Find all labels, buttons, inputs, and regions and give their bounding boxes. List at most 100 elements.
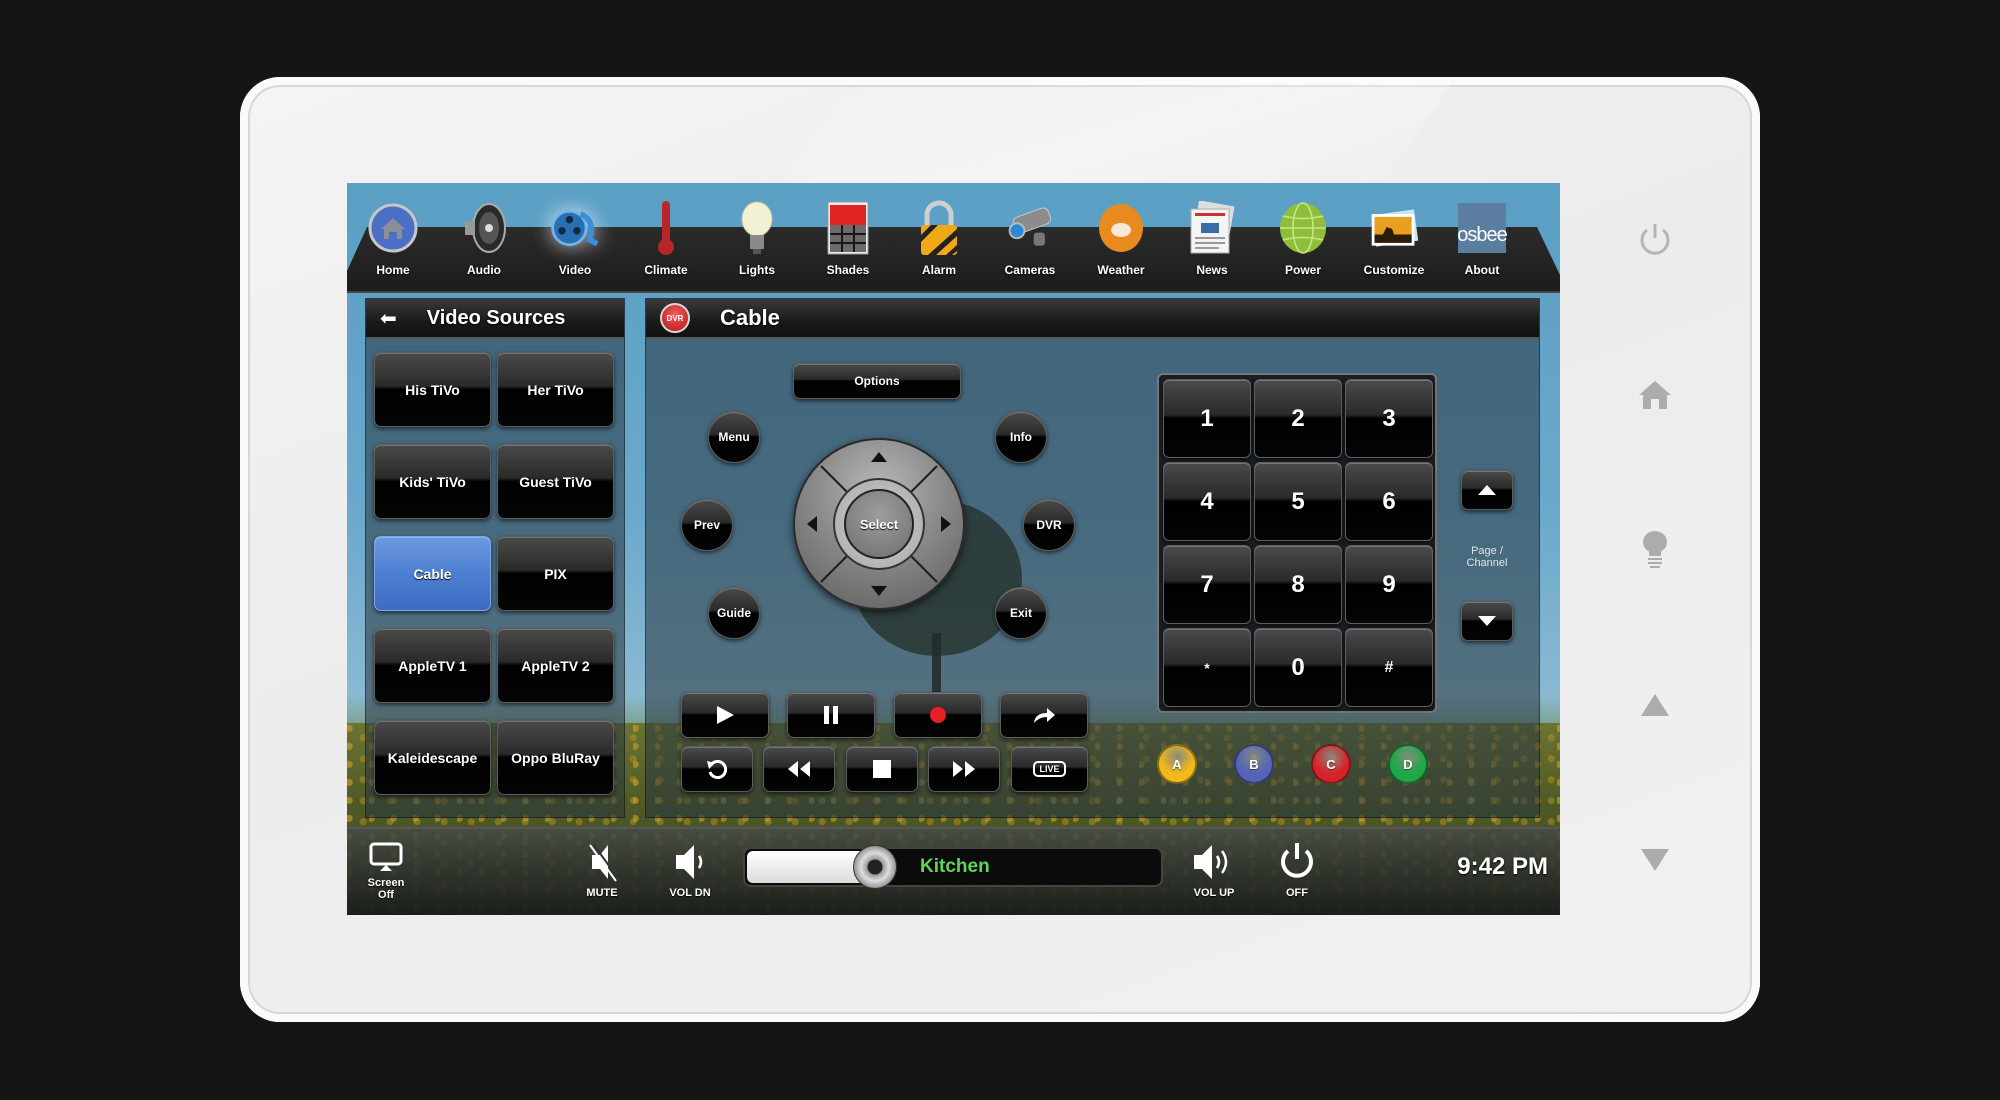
source-kids-tivo[interactable]: Kids' TiVo [374, 444, 491, 519]
off-label: OFF [1286, 887, 1308, 899]
play-button[interactable] [681, 692, 769, 738]
record-button[interactable] [894, 692, 982, 738]
arrow-down-icon [871, 586, 887, 596]
rewind-button[interactable] [763, 746, 835, 792]
nav-item-news[interactable]: News [1172, 201, 1252, 291]
exit-button[interactable]: Exit [995, 587, 1047, 639]
nav-item-climate[interactable]: Climate [626, 201, 706, 291]
key-9[interactable]: 9 [1345, 545, 1433, 624]
options-button[interactable]: Options [793, 363, 961, 399]
skip-forward-icon [1034, 708, 1055, 723]
play-icon [717, 706, 734, 724]
nav-item-alarm[interactable]: Alarm [899, 200, 979, 291]
color-button-a[interactable]: A [1157, 744, 1197, 784]
volume-down-button[interactable]: VOL DN [660, 841, 720, 899]
source-guest-tivo[interactable]: Guest TiVo [497, 444, 614, 519]
hw-home-button[interactable] [1620, 365, 1690, 425]
key-0[interactable]: 0 [1254, 628, 1342, 707]
dpad-up-button[interactable] [869, 450, 889, 469]
key-hash[interactable]: # [1345, 628, 1433, 707]
color-button-d[interactable]: D [1388, 744, 1428, 784]
source-appletv-1[interactable]: AppleTV 1 [374, 628, 491, 703]
number-keypad: 1 2 3 4 5 6 7 8 9 * 0 # [1157, 373, 1437, 713]
dvr-button[interactable]: DVR [1023, 499, 1075, 551]
nav-label: Cameras [1004, 263, 1056, 277]
hw-down-button[interactable] [1620, 830, 1690, 890]
source-her-tivo[interactable]: Her TiVo [497, 352, 614, 427]
source-kaleidescape[interactable]: Kaleidescape [374, 720, 491, 795]
select-button[interactable]: Select [844, 489, 914, 559]
nav-item-audio[interactable]: Audio [444, 201, 524, 291]
key-2[interactable]: 2 [1254, 379, 1342, 458]
guide-button[interactable]: Guide [708, 587, 760, 639]
pause-icon [824, 706, 838, 724]
key-4[interactable]: 4 [1163, 462, 1251, 541]
source-cable[interactable]: Cable [374, 536, 491, 611]
padlock-icon [921, 200, 957, 255]
info-button[interactable]: Info [995, 411, 1047, 463]
hw-power-button[interactable] [1620, 210, 1690, 270]
mute-icon [589, 844, 620, 882]
screen-off-button[interactable]: Screen Off [361, 841, 411, 901]
live-button[interactable]: LIVE [1011, 746, 1088, 792]
back-arrow-icon[interactable]: ⬅ [380, 306, 397, 331]
prev-button[interactable]: Prev [681, 499, 733, 551]
power-icon [1281, 843, 1313, 878]
arrow-up-icon [1478, 485, 1496, 495]
home-icon [368, 203, 418, 253]
home-icon [1639, 381, 1671, 409]
nav-label: News [1196, 263, 1228, 277]
nav-item-about[interactable]: osbee About [1442, 201, 1522, 291]
nav-item-customize[interactable]: Customize [1354, 201, 1434, 291]
menu-button[interactable]: Menu [708, 411, 760, 463]
nav-item-cameras[interactable]: Cameras [990, 201, 1070, 291]
color-button-c[interactable]: C [1311, 744, 1351, 784]
pause-button[interactable] [787, 692, 875, 738]
nav-item-shades[interactable]: Shades [808, 201, 888, 291]
key-1[interactable]: 1 [1163, 379, 1251, 458]
volume-slider-knob[interactable] [853, 845, 897, 889]
page-channel-down-button[interactable] [1461, 601, 1513, 641]
key-7[interactable]: 7 [1163, 545, 1251, 624]
hw-up-button[interactable] [1620, 675, 1690, 735]
key-3[interactable]: 3 [1345, 379, 1433, 458]
off-button[interactable]: OFF [1267, 839, 1327, 899]
key-8[interactable]: 8 [1254, 545, 1342, 624]
mute-button[interactable]: MUTE [572, 841, 632, 899]
nav-label: Power [1284, 263, 1321, 277]
key-5[interactable]: 5 [1254, 462, 1342, 541]
nav-item-power[interactable]: Power [1263, 201, 1343, 291]
page-channel-up-button[interactable] [1461, 470, 1513, 510]
fast-forward-button[interactable] [928, 746, 1000, 792]
fast-forward-icon [953, 761, 975, 777]
directional-pad: Select [793, 438, 965, 610]
key-star[interactable]: * [1163, 628, 1251, 707]
nav-label: Customize [1363, 263, 1425, 277]
nav-label: Lights [739, 263, 775, 277]
hw-lights-button[interactable] [1620, 520, 1690, 580]
source-his-tivo[interactable]: His TiVo [374, 352, 491, 427]
nav-item-home[interactable]: Home [353, 201, 433, 291]
select-ring: Select [833, 478, 925, 570]
replay-button[interactable] [681, 746, 753, 792]
power-icon [1640, 224, 1670, 255]
dpad-right-button[interactable] [939, 514, 953, 539]
volume-slider[interactable]: Kitchen [743, 845, 1163, 889]
nav-item-video[interactable]: Video [535, 201, 615, 291]
nav-item-lights[interactable]: Lights [717, 201, 797, 291]
nav-label: Video [558, 263, 592, 277]
source-appletv-2[interactable]: AppleTV 2 [497, 628, 614, 703]
nav-item-weather[interactable]: Weather [1081, 201, 1161, 291]
dpad-down-button[interactable] [869, 584, 889, 603]
key-6[interactable]: 6 [1345, 462, 1433, 541]
hardware-buttons [1620, 210, 1690, 890]
nav-label: Shades [826, 263, 870, 277]
source-oppo-bluray[interactable]: Oppo BluRay [497, 720, 614, 795]
skip-forward-button[interactable] [1000, 692, 1088, 738]
volume-up-button[interactable]: VOL UP [1179, 841, 1249, 899]
globe-icon [1280, 202, 1326, 254]
stop-button[interactable] [846, 746, 918, 792]
dpad-left-button[interactable] [805, 514, 819, 539]
source-pix[interactable]: PIX [497, 536, 614, 611]
color-button-b[interactable]: B [1234, 744, 1274, 784]
